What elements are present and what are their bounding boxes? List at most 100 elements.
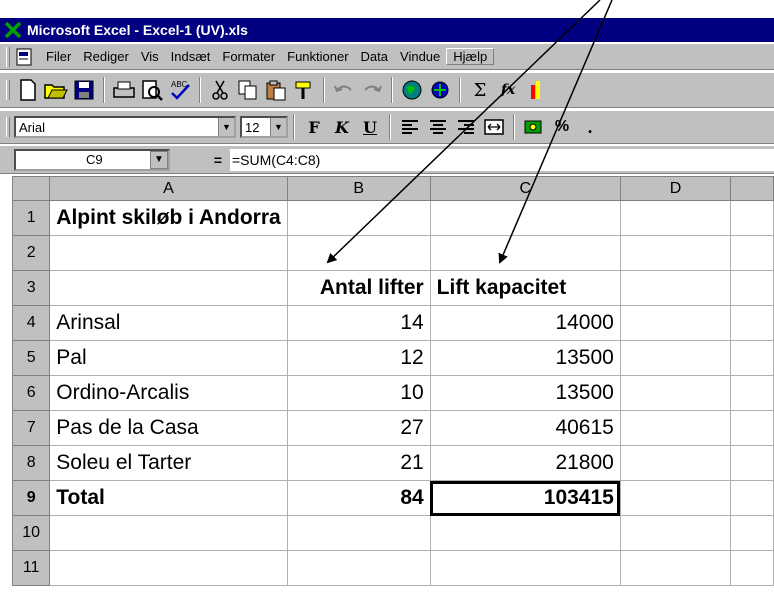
cell-b5[interactable]: 12 xyxy=(286,340,431,376)
menu-rediger[interactable]: Rediger xyxy=(77,49,135,64)
row-header[interactable]: 11 xyxy=(12,550,51,586)
row-header[interactable]: 5 xyxy=(12,340,51,376)
cell-a3[interactable] xyxy=(49,270,288,306)
percent-button[interactable]: % xyxy=(548,114,576,140)
cell-a10[interactable] xyxy=(49,515,288,551)
cell-e5[interactable] xyxy=(730,340,774,376)
toolbar-grip[interactable] xyxy=(6,80,10,100)
cell-d4[interactable] xyxy=(619,305,732,341)
cell-e2[interactable] xyxy=(730,235,774,271)
cell-d6[interactable] xyxy=(619,375,732,411)
cell-b1[interactable] xyxy=(287,200,431,236)
copy-icon[interactable] xyxy=(234,76,262,104)
cell-b7[interactable]: 27 xyxy=(286,410,431,446)
function-icon[interactable]: fx xyxy=(494,76,522,104)
column-header-e[interactable] xyxy=(730,176,774,201)
row-header[interactable]: 7 xyxy=(12,410,51,446)
align-right-icon[interactable] xyxy=(452,113,480,141)
cell-d3[interactable] xyxy=(619,270,732,306)
menu-vindue[interactable]: Vindue xyxy=(394,49,446,64)
column-header-d[interactable]: D xyxy=(619,176,732,201)
cell-b4[interactable]: 14 xyxy=(286,305,431,341)
cell-e3[interactable] xyxy=(730,270,774,306)
column-header-a[interactable]: A xyxy=(49,176,288,201)
chevron-down-icon[interactable]: ▼ xyxy=(270,118,286,136)
row-header[interactable]: 8 xyxy=(12,445,51,481)
open-icon[interactable] xyxy=(42,76,70,104)
cell-e4[interactable] xyxy=(730,305,774,341)
cell-d10[interactable] xyxy=(619,515,732,551)
cell-d1[interactable] xyxy=(619,200,732,236)
chevron-down-icon[interactable]: ▼ xyxy=(218,118,234,136)
menu-formater[interactable]: Formater xyxy=(216,49,281,64)
bold-button[interactable]: F xyxy=(300,114,328,140)
paste-icon[interactable] xyxy=(262,76,290,104)
select-all-corner[interactable] xyxy=(12,176,51,201)
cell-b9[interactable]: 84 xyxy=(286,480,431,516)
print-preview-icon[interactable] xyxy=(138,76,166,104)
cell-d8[interactable] xyxy=(619,445,732,481)
new-icon[interactable] xyxy=(14,76,42,104)
document-icon[interactable] xyxy=(14,47,36,67)
underline-button[interactable]: U xyxy=(356,114,384,140)
name-box[interactable]: C9 ▼ xyxy=(14,148,170,171)
redo-icon[interactable] xyxy=(358,76,386,104)
row-header[interactable]: 9 xyxy=(12,480,51,516)
cell-c9-selected[interactable]: 103415 xyxy=(429,480,621,516)
web-icon[interactable] xyxy=(398,76,426,104)
menu-vis[interactable]: Vis xyxy=(135,49,165,64)
cell-d9[interactable] xyxy=(619,480,732,516)
menu-hjaelp[interactable]: Hjælp xyxy=(446,48,495,65)
cell-c10[interactable] xyxy=(429,515,621,551)
print-icon[interactable] xyxy=(110,76,138,104)
autosum-icon[interactable]: Σ xyxy=(466,76,494,104)
cell-e9[interactable] xyxy=(730,480,774,516)
spelling-icon[interactable]: ABC xyxy=(166,76,194,104)
currency-icon[interactable] xyxy=(520,113,548,141)
row-header[interactable]: 10 xyxy=(12,515,51,551)
hyperlink-icon[interactable] xyxy=(426,76,454,104)
cell-e6[interactable] xyxy=(730,375,774,411)
cell-b8[interactable]: 21 xyxy=(286,445,431,481)
format-painter-icon[interactable] xyxy=(290,76,318,104)
cell-e11[interactable] xyxy=(730,550,774,586)
cell-a4[interactable]: Arinsal xyxy=(49,305,288,341)
cell-c4[interactable]: 14000 xyxy=(429,305,621,341)
chevron-down-icon[interactable]: ▼ xyxy=(150,150,168,169)
fmt-toolbar-grip[interactable] xyxy=(6,117,10,137)
row-header[interactable]: 4 xyxy=(12,305,51,341)
cell-e1[interactable] xyxy=(730,200,774,236)
menu-data[interactable]: Data xyxy=(355,49,394,64)
row-header[interactable]: 2 xyxy=(12,235,51,271)
column-header-b[interactable]: B xyxy=(286,176,431,201)
cell-c5[interactable]: 13500 xyxy=(429,340,621,376)
cell-b10[interactable] xyxy=(286,515,431,551)
cell-b3[interactable]: Antal lifter xyxy=(286,270,431,306)
cell-e10[interactable] xyxy=(730,515,774,551)
cell-a6[interactable]: Ordino-Arcalis xyxy=(49,375,288,411)
cell-a2[interactable] xyxy=(49,235,288,271)
italic-button[interactable]: K xyxy=(328,114,356,140)
cell-e8[interactable] xyxy=(730,445,774,481)
cell-b2[interactable] xyxy=(286,235,431,271)
cell-d2[interactable] xyxy=(619,235,732,271)
cell-a11[interactable] xyxy=(49,550,288,586)
cell-c3[interactable]: Lift kapacitet xyxy=(429,270,621,306)
font-name-select[interactable]: Arial ▼ xyxy=(14,116,236,138)
row-header[interactable]: 1 xyxy=(12,200,51,236)
chart-wizard-icon[interactable] xyxy=(522,76,550,104)
cell-c7[interactable]: 40615 xyxy=(429,410,621,446)
column-header-c[interactable]: C xyxy=(429,176,621,201)
cell-a9[interactable]: Total xyxy=(49,480,288,516)
cell-a1[interactable]: Alpint skiløb i Andorra xyxy=(49,200,288,236)
merge-center-icon[interactable] xyxy=(480,113,508,141)
undo-icon[interactable] xyxy=(330,76,358,104)
equals-sign[interactable]: = xyxy=(170,152,230,168)
cell-e7[interactable] xyxy=(730,410,774,446)
row-header[interactable]: 6 xyxy=(12,375,51,411)
cut-icon[interactable] xyxy=(206,76,234,104)
cell-b6[interactable]: 10 xyxy=(286,375,431,411)
cell-d7[interactable] xyxy=(619,410,732,446)
menu-funktioner[interactable]: Funktioner xyxy=(281,49,354,64)
cell-c1[interactable] xyxy=(429,200,621,236)
